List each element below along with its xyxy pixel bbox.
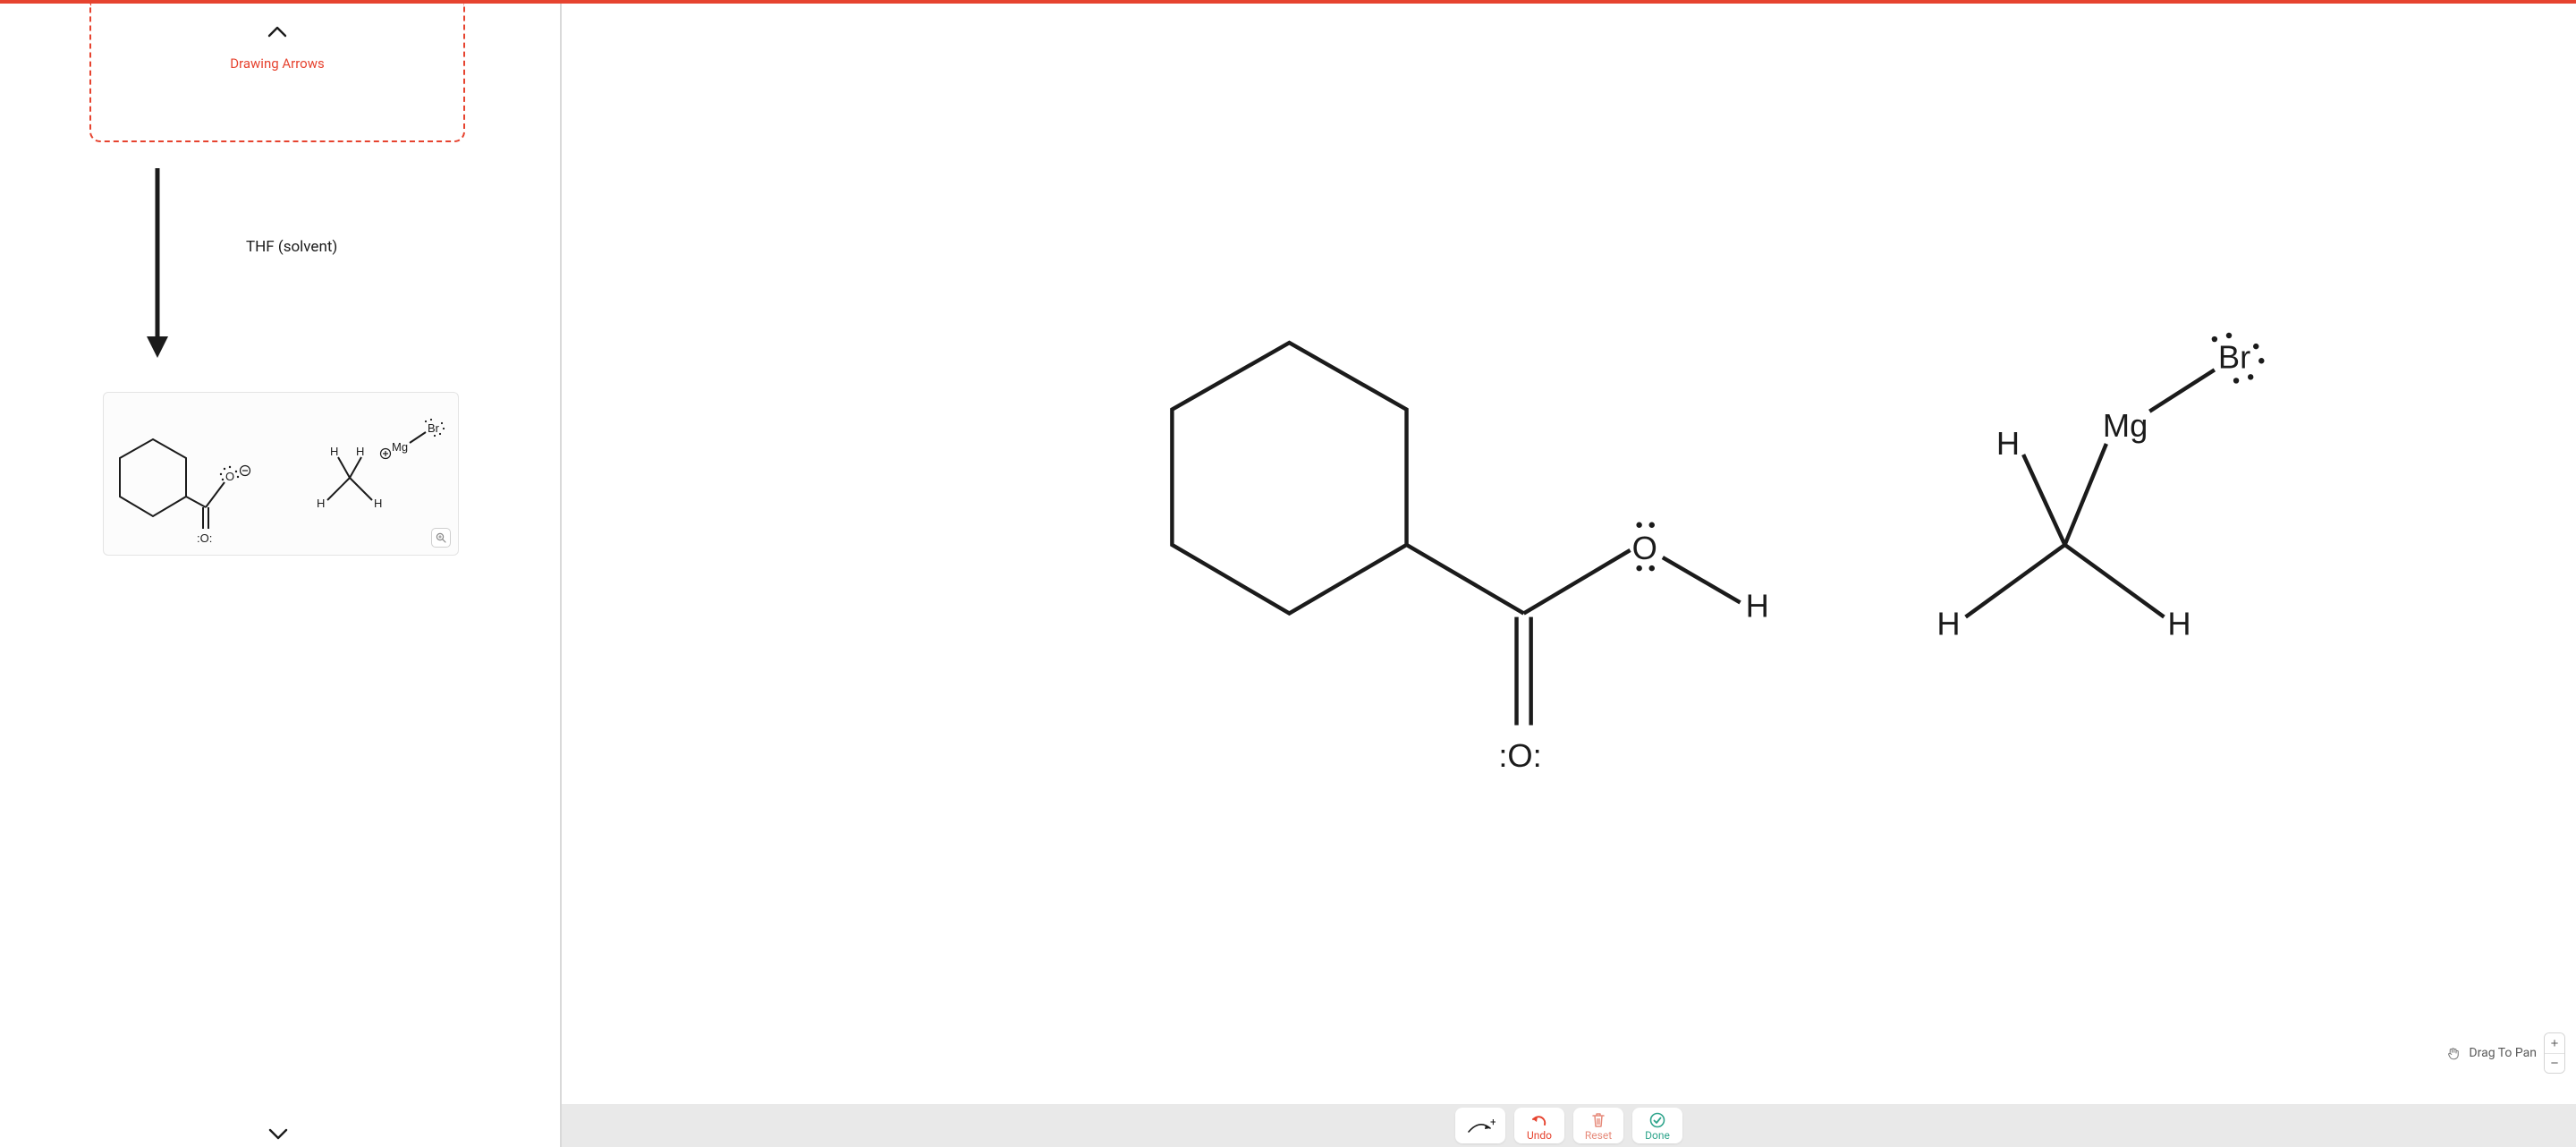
carbonyl-oxygen-label: :O: xyxy=(197,531,212,545)
left-pane: Drawing Arrows THF (solvent) xyxy=(0,4,562,1147)
reset-label: Reset xyxy=(1585,1130,1612,1141)
hydrogen-label: H xyxy=(330,445,338,458)
grab-hand-icon xyxy=(2445,1045,2462,1061)
right-pane: O H :O: H xyxy=(562,4,2576,1147)
done-button[interactable]: Done xyxy=(1632,1108,1682,1143)
magnesium-label: Mg xyxy=(2103,407,2148,444)
zoom-out-button[interactable]: − xyxy=(2545,1053,2564,1073)
hydrogen-label: H xyxy=(1996,425,2020,462)
undo-label: Undo xyxy=(1527,1130,1552,1141)
bromine-label: Br xyxy=(2218,338,2250,375)
canvas-toolbar: + Undo xyxy=(562,1104,2576,1147)
hydrogen-label: H xyxy=(2167,606,2190,642)
hydrogen-label: H xyxy=(317,497,325,510)
carbonyl-oxygen-label: :O: xyxy=(1498,737,1541,774)
hydroxyl-oxygen-label: O xyxy=(1632,530,1657,566)
curved-arrow-icon: + xyxy=(1465,1117,1496,1135)
magnifier-icon xyxy=(436,532,446,543)
pan-zoom-controls: Drag To Pan + − xyxy=(2445,1032,2565,1074)
product-structure-box[interactable]: O :O: xyxy=(103,392,459,556)
app-container: Drawing Arrows THF (solvent) xyxy=(0,4,2576,1147)
zoom-in-button[interactable]: + xyxy=(2545,1033,2564,1053)
magnesium-label: Mg xyxy=(392,440,408,454)
negative-charge-icon xyxy=(241,466,250,476)
reset-button[interactable]: Reset xyxy=(1573,1108,1623,1143)
svg-text:+: + xyxy=(1490,1117,1496,1128)
zoom-controls: + − xyxy=(2544,1032,2565,1074)
collapse-chevron-up-icon[interactable] xyxy=(267,25,287,42)
drawing-arrows-panel: Drawing Arrows xyxy=(89,4,465,142)
zoom-structure-button[interactable] xyxy=(431,528,451,548)
canvas-structures: O H :O: H xyxy=(562,4,2576,1104)
hydrogen-label: H xyxy=(374,497,382,510)
solvent-label: THF (solvent) xyxy=(246,238,337,256)
curved-arrow-tool-button[interactable]: + xyxy=(1455,1108,1505,1143)
trash-icon xyxy=(1591,1112,1606,1128)
check-circle-icon xyxy=(1649,1112,1665,1128)
bromine-label: Br xyxy=(428,421,440,435)
hydrogen-label: H xyxy=(1936,606,1960,642)
pan-label: Drag To Pan xyxy=(2469,1046,2537,1060)
drawing-arrows-link[interactable]: Drawing Arrows xyxy=(230,55,325,72)
reaction-arrow-icon xyxy=(145,165,181,361)
hydroxyl-hydrogen-label: H xyxy=(1746,588,1769,624)
drawing-canvas[interactable]: O H :O: H xyxy=(562,4,2576,1104)
undo-icon xyxy=(1530,1114,1548,1126)
product-structure: O :O: xyxy=(104,393,460,557)
undo-button[interactable]: Undo xyxy=(1514,1108,1564,1143)
positive-charge-icon xyxy=(381,449,391,459)
scroll-down-chevron-icon[interactable] xyxy=(268,1126,288,1143)
oxygen-anion-label: O xyxy=(225,470,234,483)
done-label: Done xyxy=(1645,1130,1670,1141)
hydrogen-label: H xyxy=(356,445,364,458)
